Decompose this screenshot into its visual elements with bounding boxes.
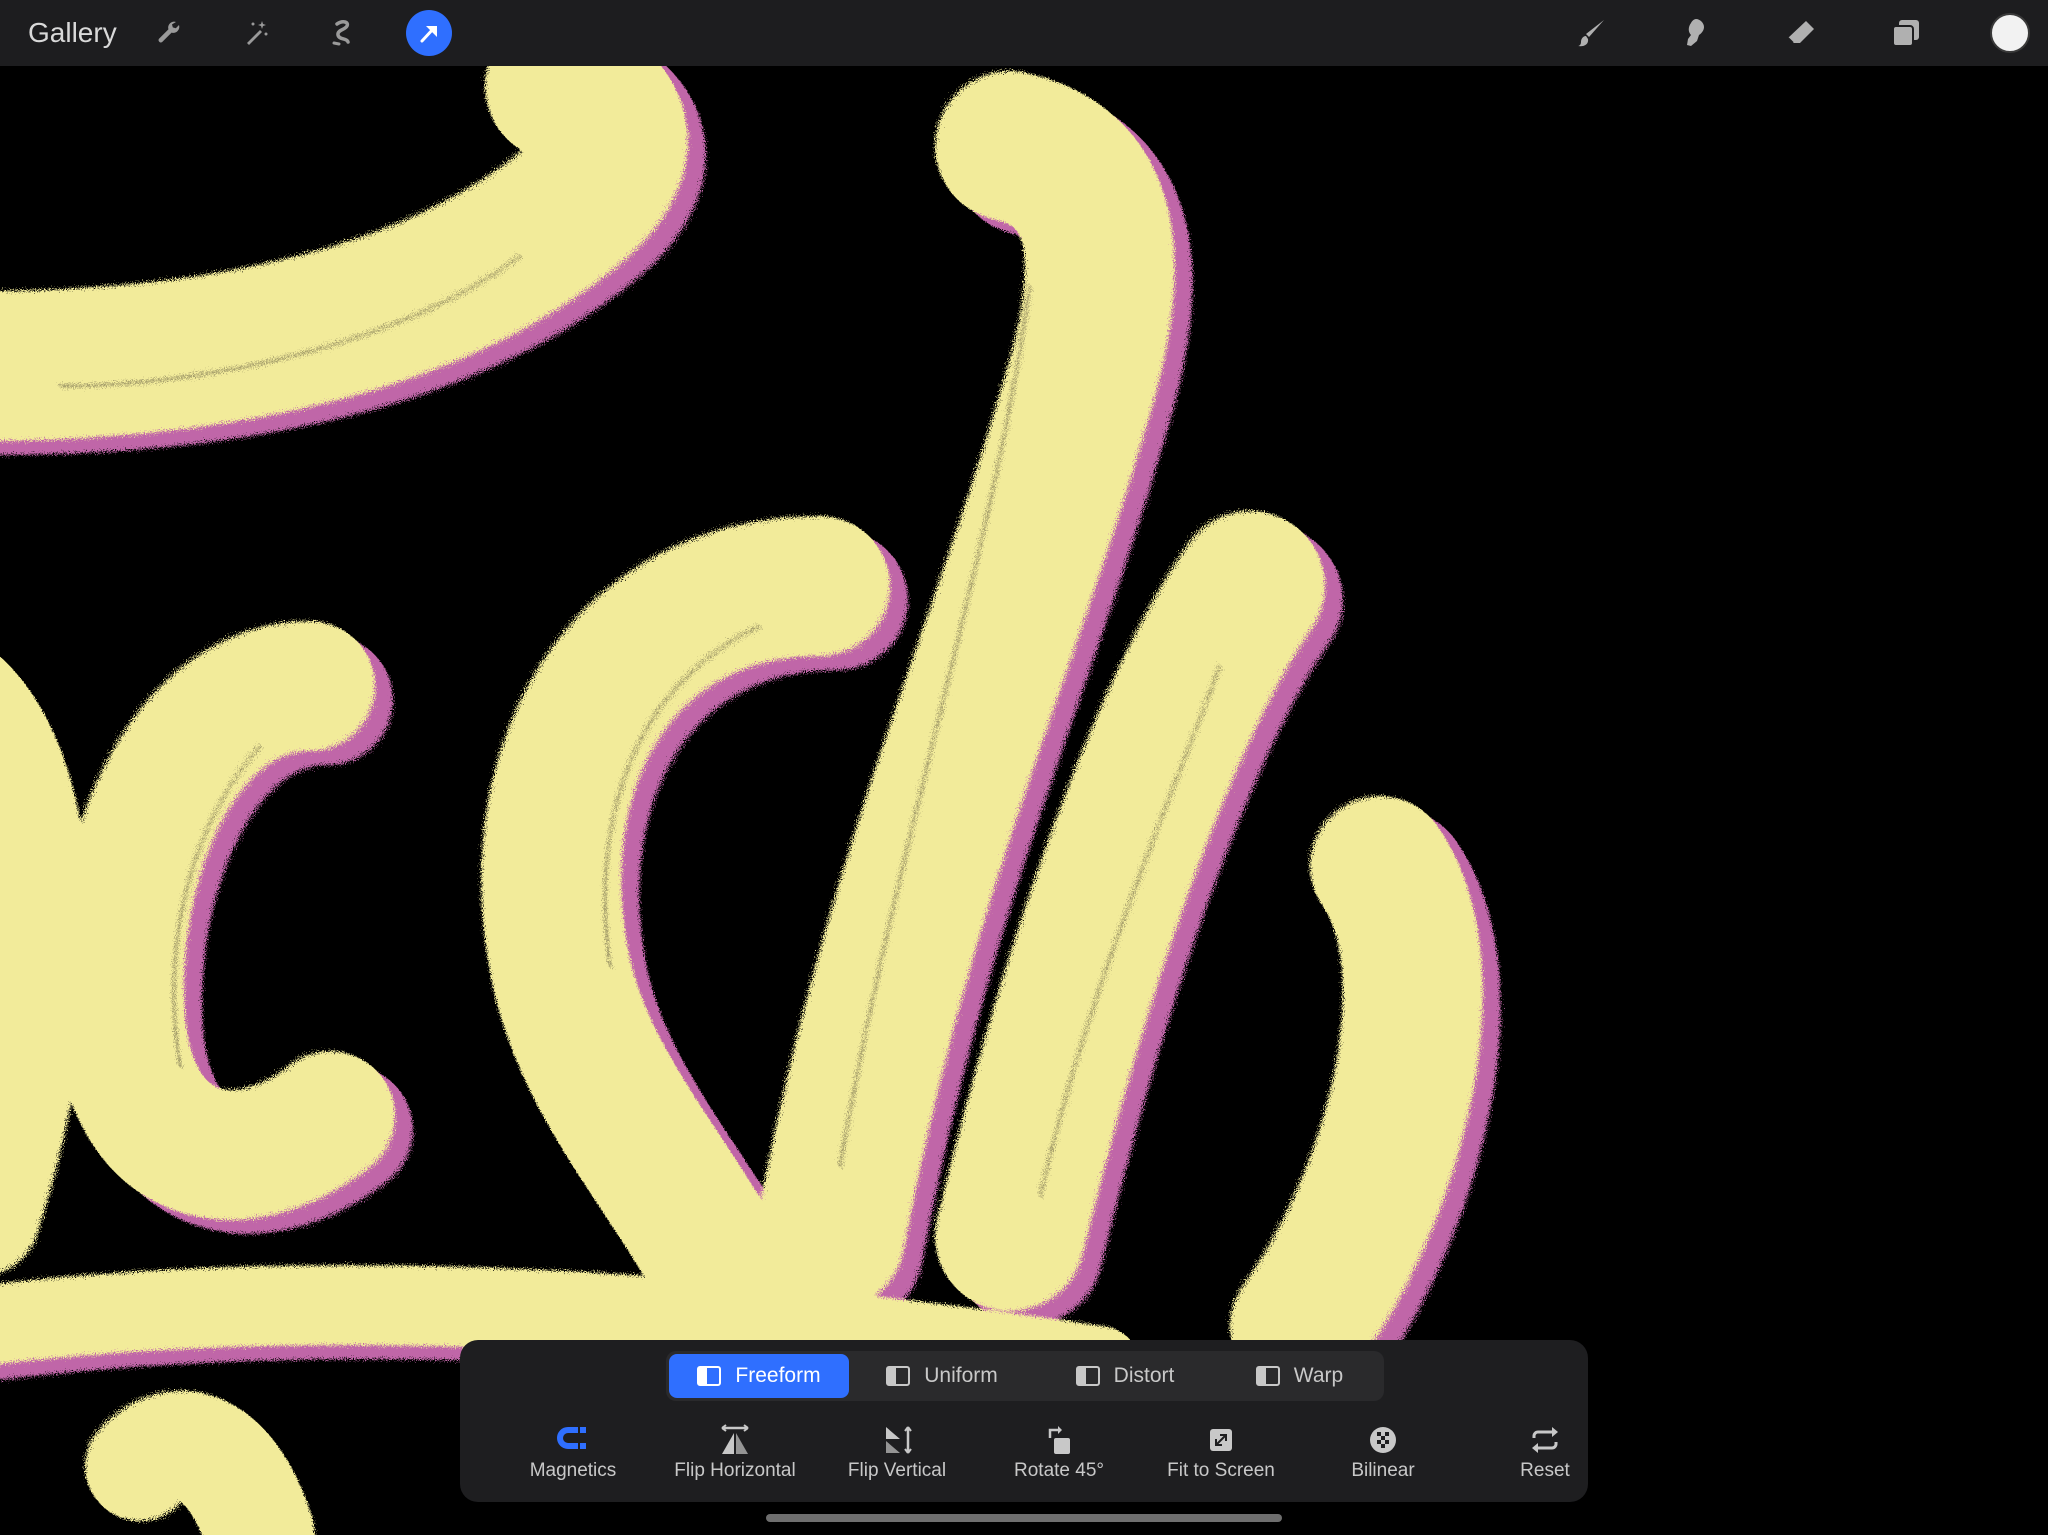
reset-button[interactable]: Reset	[1470, 1424, 1620, 1482]
action-label: Reset	[1520, 1460, 1570, 1481]
magnet-icon	[557, 1427, 586, 1449]
magnetics-button[interactable]: Magnetics	[498, 1424, 648, 1482]
freeform-icon	[697, 1366, 722, 1386]
action-label: Rotate 45°	[1014, 1460, 1104, 1481]
mode-distort[interactable]: Distort	[1035, 1354, 1215, 1398]
home-indicator[interactable]	[766, 1514, 1282, 1522]
mode-warp[interactable]: Warp	[1218, 1354, 1381, 1398]
mode-freeform[interactable]: Freeform	[669, 1354, 849, 1398]
layers-icon[interactable]	[1883, 10, 1929, 56]
rotate-45-button[interactable]: Rotate 45°	[984, 1424, 1134, 1482]
brush-icon[interactable]	[1569, 10, 1615, 56]
action-label: Fit to Screen	[1167, 1460, 1275, 1481]
transform-arrow-icon[interactable]	[406, 10, 452, 56]
fit-to-screen-button[interactable]: Fit to Screen	[1146, 1424, 1296, 1482]
active-color-swatch[interactable]	[1990, 13, 2030, 53]
mode-uniform[interactable]: Uniform	[852, 1354, 1032, 1398]
action-label: Magnetics	[529, 1460, 617, 1481]
rotate-icon	[1048, 1426, 1070, 1454]
action-label: Flip Vertical	[847, 1460, 947, 1481]
magic-wand-icon[interactable]	[233, 10, 279, 56]
lettering-artwork	[0, 66, 1501, 1535]
transform-actions: Magnetics Flip Horizontal Flip Vertical	[460, 1424, 1588, 1494]
adjustments-wrench-icon[interactable]	[146, 10, 192, 56]
mode-label: Warp	[1293, 1364, 1344, 1387]
action-label: Bilinear	[1351, 1460, 1415, 1481]
smudge-icon[interactable]	[1673, 10, 1719, 56]
drawing-canvas[interactable]	[0, 66, 2048, 1535]
procreate-app: Gallery Freeform Uniform Distort Warp Ma…	[0, 0, 2048, 1535]
gallery-button[interactable]: Gallery	[28, 16, 117, 50]
selection-icon[interactable]	[320, 10, 366, 56]
transform-mode-selector: Freeform Uniform Distort Warp	[666, 1351, 1384, 1401]
reset-icon	[1532, 1427, 1558, 1453]
flip-horizontal-icon	[721, 1424, 749, 1454]
mode-label: Freeform	[735, 1364, 821, 1387]
eraser-icon[interactable]	[1778, 10, 1824, 56]
mode-label: Uniform	[924, 1364, 998, 1387]
flip-vertical-button[interactable]: Flip Vertical	[822, 1424, 972, 1482]
interpolation-icon	[1370, 1427, 1396, 1453]
flip-horizontal-button[interactable]: Flip Horizontal	[660, 1424, 810, 1482]
bilinear-button[interactable]: Bilinear	[1308, 1424, 1458, 1482]
action-label: Flip Horizontal	[674, 1460, 796, 1481]
transform-panel: Freeform Uniform Distort Warp Magnetics …	[460, 1340, 1588, 1502]
top-toolbar: Gallery	[0, 0, 2048, 66]
fit-screen-icon	[1210, 1429, 1232, 1451]
uniform-icon	[886, 1366, 911, 1386]
mode-label: Distort	[1113, 1364, 1175, 1387]
warp-icon	[1255, 1366, 1280, 1386]
distort-icon	[1075, 1366, 1100, 1386]
flip-vertical-icon	[886, 1426, 912, 1454]
